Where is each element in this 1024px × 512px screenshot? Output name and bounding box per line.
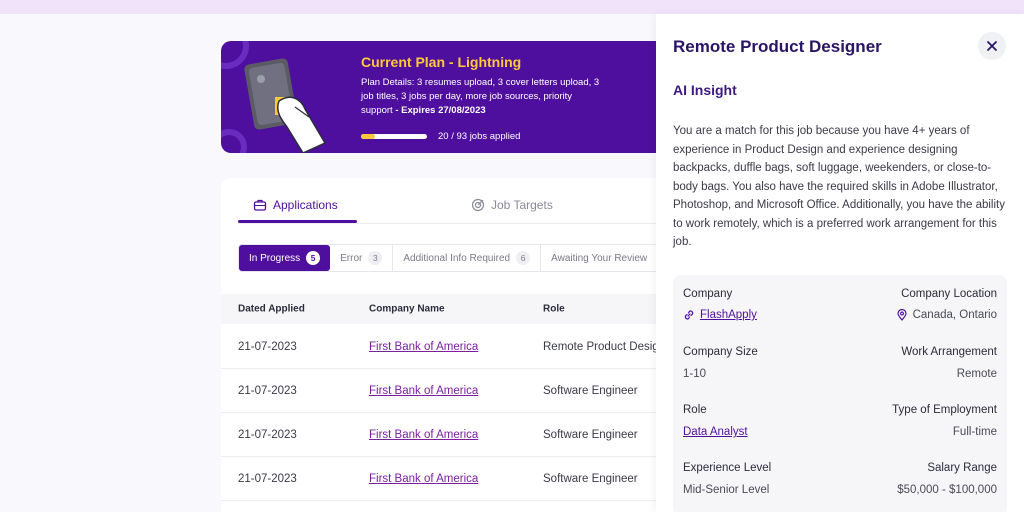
ai-insight-text: You are a match for this job because you… (673, 125, 1005, 248)
column-header: Role (543, 303, 565, 315)
filter-label: Additional Info Required (403, 252, 511, 264)
company-link[interactable]: FlashApply (700, 309, 757, 321)
plan-title: Current Plan - Lightning (361, 54, 522, 70)
tab-divider (238, 223, 691, 224)
tab-applications[interactable]: Applications (253, 198, 338, 212)
company-link[interactable]: First Bank of America (369, 385, 478, 397)
salary-label: Salary Range (927, 462, 997, 474)
jobs-progress-bar (361, 134, 427, 139)
filter-label: In Progress (249, 252, 301, 264)
size-label: Company Size (683, 346, 758, 358)
experience-value: Mid-Senior Level (683, 484, 770, 496)
location-pin-icon (897, 309, 907, 321)
tab-applications-label: Applications (273, 198, 338, 212)
experience-label: Experience Level (683, 462, 772, 474)
company-link[interactable]: First Bank of America (369, 341, 478, 353)
top-bar (0, 0, 1024, 14)
briefcase-icon (253, 199, 267, 211)
table-row[interactable]: 21-07-2023 First Bank of America Softwar… (221, 369, 691, 413)
panel-title: Remote Product Designer (673, 37, 882, 56)
location-value: Canada, Ontario (896, 309, 997, 321)
location-label: Company Location (901, 288, 997, 300)
plan-details: Plan Details: 3 resumes upload, 3 cover … (361, 76, 601, 118)
job-details-box: Company Company Location FlashApply Cana… (673, 275, 1007, 512)
arrangement-label: Work Arrangement (901, 346, 997, 358)
ai-insight-title: AI Insight (673, 82, 737, 98)
jobs-progress-fill (361, 134, 376, 139)
filter-count: 5 (306, 251, 321, 265)
table-header: Dated Applied Company Name Role (221, 294, 691, 324)
target-icon (471, 198, 485, 212)
cell-role: Software Engineer (543, 384, 638, 397)
tab-job-targets-label: Job Targets (491, 198, 553, 212)
status-filters: In Progress 5 Error 3 Additional Info Requ… (238, 244, 660, 272)
cell-date: 21-07-2023 (238, 340, 297, 353)
cell-date: 21-07-2023 (238, 472, 297, 485)
table-row[interactable]: 21-07-2023 First Bank of America Softwar… (221, 413, 691, 457)
salary-value: $50,000 - $100,000 (897, 484, 997, 496)
job-detail-panel: Remote Product Designer AI Insight You a… (656, 14, 1024, 512)
employment-value: Full-time (952, 426, 997, 438)
table-row[interactable]: 21-07-2023 First Bank of America Softwar… (221, 457, 691, 501)
jobs-progress-text: 20 / 93 jobs applied (438, 131, 521, 142)
close-button[interactable] (978, 32, 1006, 60)
column-header: Dated Applied (238, 303, 305, 315)
cell-date: 21-07-2023 (238, 384, 297, 397)
company-link[interactable]: First Bank of America (369, 473, 478, 485)
card-in-hand-illustration (244, 58, 327, 153)
filter-awaiting-review[interactable]: Awaiting Your Review (541, 245, 659, 271)
company-link[interactable]: First Bank of America (369, 429, 478, 441)
arrangement-value: Remote (956, 368, 997, 380)
cell-role: Software Engineer (543, 472, 638, 485)
filter-label: Awaiting Your Review (551, 252, 648, 264)
size-value: 1-10 (683, 368, 707, 380)
filter-count: 3 (368, 251, 383, 265)
applications-card: Applications Job Targets In Progress 5 Er… (221, 178, 691, 512)
close-icon (987, 41, 997, 51)
filter-in-progress[interactable]: In Progress 5 (239, 245, 331, 271)
tab-job-targets[interactable]: Job Targets (471, 198, 553, 212)
column-header: Company Name (369, 303, 445, 315)
link-icon (684, 310, 694, 320)
company-value: FlashApply (683, 309, 757, 321)
filter-count: 6 (516, 251, 531, 265)
employment-label: Type of Employment (892, 404, 997, 416)
role-value: Data Analyst (683, 426, 748, 438)
filter-error[interactable]: Error 3 (330, 245, 394, 271)
plan-banner: Current Plan - Lightning Plan Details: 3… (221, 41, 691, 153)
cell-date: 21-07-2023 (238, 428, 297, 441)
role-label: Role (683, 404, 707, 416)
filter-additional-info[interactable]: Additional Info Required 6 (393, 245, 542, 271)
table-row[interactable]: 21-07-2023 First Bank of America Remote … (221, 325, 691, 369)
filter-label: Error (340, 252, 363, 264)
plan-expires: - Expires 27/08/2023 (392, 105, 486, 116)
location-text: Canada, Ontario (912, 309, 997, 321)
company-label: Company (683, 288, 733, 300)
cell-role: Software Engineer (543, 428, 638, 441)
role-link[interactable]: Data Analyst (683, 426, 748, 438)
